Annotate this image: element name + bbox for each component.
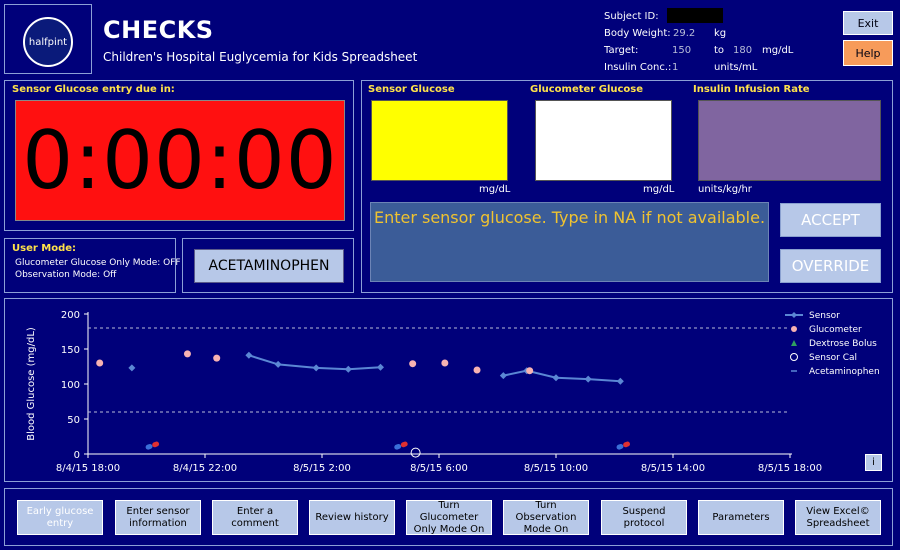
exit-button[interactable]: Exit — [843, 11, 893, 35]
subject-id-label: Subject ID: — [604, 11, 659, 22]
legend-glucometer-marker — [791, 326, 797, 332]
x-tick-label: 8/4/15 18:00 — [56, 463, 120, 474]
blood-glucose-chart: 0 50 100 150 200 8/4/15 18:00 8/4/15 22:00 8/5/… — [26, 310, 880, 474]
app-subtitle: Children's Hospital Euglycemia for Kids … — [103, 50, 418, 64]
chart-info-button[interactable]: i — [865, 454, 882, 471]
glucometer-point — [441, 359, 449, 367]
timer-label: Sensor Glucose entry due in: — [12, 84, 175, 95]
nav-button-enter-sensor-information[interactable]: Enter sensor information — [115, 500, 201, 535]
insulin-infusion-rate-display — [698, 100, 881, 181]
y-tick-label: 50 — [67, 415, 80, 426]
observation-mode-status: Observation Mode: Off — [15, 270, 117, 280]
y-tick-label: 100 — [61, 380, 80, 391]
insulin-conc-unit: units/mL — [714, 62, 758, 73]
legend-label: Glucometer — [809, 325, 862, 335]
pill-half-blue — [616, 443, 624, 450]
nav-button-turn-glucometer-only-mode-on[interactable]: Turn Glucometer Only Mode On — [406, 500, 492, 535]
user-mode-label: User Mode: — [12, 243, 77, 254]
target-high-value: 180 — [733, 45, 753, 56]
sensor-point — [245, 351, 253, 359]
y-tick-label: 150 — [61, 345, 80, 356]
sensor-glucose-unit: mg/dL — [479, 184, 511, 195]
sensor-point — [377, 363, 384, 371]
acetaminophen-button[interactable]: ACETAMINOPHEN — [194, 249, 344, 283]
body-weight-label: Body Weight: — [604, 28, 671, 39]
nav-button-early-glucose-entry[interactable]: Early glucose entry — [17, 500, 103, 535]
override-button[interactable]: OVERRIDE — [780, 249, 881, 283]
body-weight-unit: kg — [714, 28, 727, 39]
sensor-point — [344, 365, 352, 373]
body-weight-value: 29.2 — [673, 28, 696, 39]
countdown-timer: 0:00:00 — [15, 100, 345, 221]
legend-label: Acetaminophen — [809, 367, 880, 377]
x-tick-label: 8/5/15 18:00 — [758, 463, 822, 474]
glucometer-glucose-label: Glucometer Glucose — [530, 84, 644, 95]
sensor-point — [274, 360, 282, 368]
nav-button-view-excel-spreadsheet[interactable]: View Excel© Spreadsheet — [795, 500, 881, 535]
x-tick-label: 8/5/15 6:00 — [410, 463, 468, 474]
target-to-label: to — [714, 45, 725, 56]
insulin-conc-value: 1 — [672, 62, 679, 73]
legend-dextrose-marker — [791, 340, 797, 346]
x-tick-label: 8/5/15 2:00 — [293, 463, 351, 474]
glucometer-glucose-input[interactable] — [535, 100, 672, 181]
glucometer-point — [183, 350, 191, 358]
pill-half-red — [623, 441, 631, 448]
sensor-point — [499, 372, 507, 380]
pill-half-blue — [394, 443, 402, 450]
nav-button-enter-a-comment[interactable]: Enter a comment — [212, 500, 298, 535]
sensor-glucose-input[interactable] — [371, 100, 508, 181]
sensor-point — [616, 377, 624, 385]
nav-button-turn-observation-mode-on[interactable]: Turn Observation Mode On — [503, 500, 589, 535]
sensor-point — [584, 375, 592, 383]
glucometer-glucose-unit: mg/dL — [643, 184, 675, 195]
glucometer-only-mode-status: Glucometer Glucose Only Mode: OFF — [15, 258, 181, 268]
sensor-line — [503, 369, 621, 383]
pill-half-red — [152, 441, 160, 448]
app-title: CHECKS — [103, 16, 214, 44]
halfpint-logo: halfpint — [23, 17, 73, 67]
sensor-cal-point — [410, 447, 421, 458]
y-axis-label: Blood Glucose (mg/dL) — [26, 327, 37, 441]
legend-sensor-cal-marker — [790, 353, 798, 361]
sensor-point — [552, 374, 560, 382]
insulin-conc-label: Insulin Conc.: — [604, 62, 672, 73]
insulin-infusion-rate-label: Insulin Infusion Rate — [693, 84, 810, 95]
accept-button[interactable]: ACCEPT — [780, 203, 881, 237]
nav-button-suspend-protocol[interactable]: Suspend protocol — [601, 500, 687, 535]
sensor-point — [312, 364, 320, 372]
target-unit: mg/dL — [762, 45, 794, 56]
y-tick-label: 0 — [74, 450, 80, 461]
logo-box: halfpint — [4, 4, 92, 74]
acetaminophen-pill-icon — [394, 441, 408, 450]
pill-half-red — [400, 441, 408, 448]
glucometer-point — [526, 367, 534, 375]
legend-label: Dextrose Bolus — [809, 339, 877, 349]
instruction-message: Enter sensor glucose. Type in NA if not … — [370, 202, 769, 282]
nav-button-parameters[interactable]: Parameters — [698, 500, 784, 535]
insulin-rate-unit: units/kg/hr — [698, 184, 752, 195]
glucometer-point — [96, 359, 104, 367]
x-tick-label: 8/4/15 22:00 — [173, 463, 237, 474]
legend-label: Sensor — [809, 311, 840, 321]
sensor-glucose-label: Sensor Glucose — [368, 84, 455, 95]
target-low-value: 150 — [672, 45, 692, 56]
target-label: Target: — [604, 45, 639, 56]
subject-id-redacted — [667, 8, 723, 23]
legend-label: Sensor Cal — [809, 353, 857, 363]
x-tick-label: 8/5/15 10:00 — [524, 463, 588, 474]
nav-button-review-history[interactable]: Review history — [309, 500, 395, 535]
acetaminophen-pill-icon — [145, 441, 160, 450]
sensor-point — [128, 364, 136, 372]
pill-half-blue — [145, 443, 153, 450]
glucometer-point — [213, 354, 221, 362]
y-tick-label: 200 — [61, 310, 80, 321]
glucometer-point — [473, 366, 481, 374]
acetaminophen-pill-icon — [616, 441, 631, 450]
x-tick-label: 8/5/15 14:00 — [641, 463, 705, 474]
help-button[interactable]: Help — [843, 40, 893, 66]
glucometer-point — [409, 360, 417, 368]
legend-sensor-marker — [791, 312, 797, 318]
